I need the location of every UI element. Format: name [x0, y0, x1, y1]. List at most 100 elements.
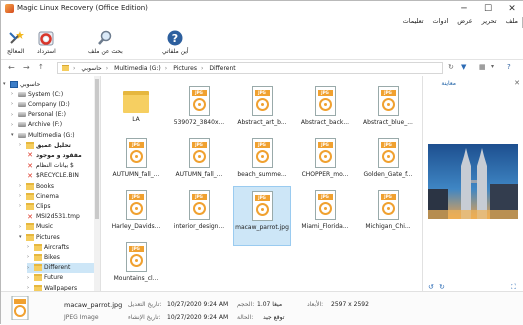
file-tile[interactable]: JPG Michigan_Chi... [359, 186, 417, 240]
tree-expand-icon[interactable]: › [27, 244, 32, 250]
file-tile[interactable]: JPG macaw_parrot.jpg [233, 186, 291, 246]
file-tile[interactable]: JPG beach_summe... [233, 134, 291, 188]
close-button[interactable]: ✕ [500, 1, 523, 17]
menu-edit[interactable]: تحرير [482, 17, 497, 28]
breadcrumb-drive[interactable]: Multimedia (G:) [114, 65, 161, 72]
file-tile[interactable]: JPG Harley_Davids... [107, 186, 165, 240]
tree-collapse-icon[interactable]: ▾ [11, 132, 16, 138]
file-tile[interactable]: JPG Abstract_blue_... [359, 82, 417, 136]
tree-item[interactable]: › Personal (E:) [11, 110, 95, 120]
tree-expand-icon[interactable]: › [19, 224, 24, 230]
tree-item[interactable]: › Music [19, 222, 95, 232]
menu-help[interactable]: تعليمات [403, 17, 424, 28]
path-field[interactable]: › حاسوبي › Multimedia (G:) › Pictures › … [57, 62, 443, 74]
tree-item-label: Future [44, 274, 64, 282]
file-tile[interactable]: JPG CHOPPER_mo... [296, 134, 354, 188]
menu-bar: ملف تحرير عرض ادوات تعليمات [0, 17, 522, 28]
preview-close-icon[interactable]: ✕ [514, 79, 520, 87]
path-separator: › [105, 64, 109, 72]
maximize-button[interactable]: ☐ [476, 1, 500, 17]
file-tile[interactable]: LA [107, 82, 165, 136]
breadcrumb-different[interactable]: Different [209, 65, 235, 72]
file-tile[interactable]: JPG Miami_Florida... [296, 186, 354, 240]
wizard-button[interactable]: المعالج [7, 29, 24, 55]
where-files-button[interactable]: ? أين ملفاتي [162, 29, 189, 55]
tree-scrollbar[interactable] [94, 76, 100, 291]
tree-scroll-thumb[interactable] [95, 79, 99, 219]
menu-view[interactable]: عرض [457, 17, 472, 28]
tree-item[interactable]: › Bikes [27, 252, 95, 262]
tree-item[interactable]: › Company (D:) [11, 99, 95, 109]
tree-expand-icon[interactable]: › [19, 142, 24, 148]
tree-item[interactable]: ▾ حاسوبي [3, 79, 95, 89]
file-tile[interactable]: JPG AUTUMN_fall_... [170, 134, 228, 188]
tree-item-label: Multimedia (G:) [28, 131, 75, 139]
tree-expand-icon[interactable]: › [19, 203, 24, 209]
tree-item-label: Cinema [36, 192, 59, 200]
tree-expand-icon[interactable]: › [19, 193, 24, 199]
tree-item[interactable]: ✕ بيانات النظام $ [19, 161, 95, 171]
file-name: Abstract_blue_... [363, 119, 413, 126]
tree-item[interactable]: › Wallpapers [27, 283, 95, 291]
tree-item[interactable]: › Cinema [19, 191, 95, 201]
deleted-icon: ✕ [27, 171, 33, 180]
up-arrow-icon[interactable]: ↑ [38, 63, 44, 71]
tree-item[interactable]: › Future [27, 273, 95, 283]
menu-tools[interactable]: ادوات [433, 17, 449, 28]
view-chevron-icon[interactable]: ▾ [491, 63, 494, 70]
rotate-left-icon[interactable]: ↺ [428, 283, 434, 291]
file-tile[interactable]: JPG AUTUMN_fall_... [107, 134, 165, 188]
refresh-icon[interactable]: ↻ [448, 63, 454, 71]
jpg-file-icon: JPG [250, 191, 275, 221]
tree-expand-icon[interactable]: › [11, 122, 16, 128]
file-name: 539072_3840x... [173, 119, 225, 126]
file-tile[interactable]: JPG interior_design... [170, 186, 228, 240]
tree-collapse-icon[interactable]: ▾ [19, 234, 24, 240]
tree-item[interactable]: › تحليل عميق [19, 140, 95, 150]
drive-icon [18, 101, 26, 107]
file-tile[interactable]: JPG 539072_3840x... [170, 82, 228, 136]
tree-item[interactable]: ✕ $RECYCLE.BIN [19, 171, 95, 181]
preview-image [428, 144, 518, 219]
file-tile[interactable]: JPG Mountains_cl... [107, 238, 165, 292]
help-icon[interactable]: ? [507, 63, 511, 71]
tree-item[interactable]: › Clips [19, 201, 95, 211]
tree-expand-icon[interactable]: › [27, 254, 32, 260]
file-tile[interactable]: JPG Golden_Gate_f... [359, 134, 417, 188]
tree-expand-icon[interactable]: › [27, 265, 32, 271]
tree-item[interactable]: ✕ مفقود و موجود [19, 150, 95, 160]
tree-item[interactable]: › Books [19, 181, 95, 191]
forward-arrow-icon[interactable]: → [23, 63, 30, 72]
recover-button[interactable]: استرداد [37, 29, 56, 55]
search-file-button[interactable]: بحث عن ملف [88, 29, 123, 55]
tree-expand-icon[interactable]: › [11, 112, 16, 118]
jpg-file-icon: JPG [124, 190, 149, 220]
view-mode-icon[interactable]: ▦ [479, 63, 486, 71]
tree-expand-icon[interactable]: › [19, 183, 24, 189]
file-tile[interactable]: JPG Abstract_art_b... [233, 82, 291, 136]
tree-item-label: Bikes [44, 253, 60, 261]
tree-item[interactable]: › Archive (F:) [11, 120, 95, 130]
tree-expand-icon[interactable]: › [11, 91, 16, 97]
wand-icon [8, 29, 24, 46]
tree-collapse-icon[interactable]: ▾ [3, 81, 8, 87]
tree-item[interactable]: ▾ Pictures [19, 232, 95, 242]
tree-item[interactable]: › Different [27, 262, 95, 273]
tree-item[interactable]: ▾ Multimedia (G:) [11, 130, 95, 140]
breadcrumb-pictures[interactable]: Pictures [173, 65, 197, 72]
back-arrow-icon[interactable]: ← [8, 63, 15, 72]
breadcrumb-computer[interactable]: حاسوبي [81, 65, 101, 72]
tree-expand-icon[interactable]: › [27, 275, 32, 281]
menu-file[interactable]: ملف [506, 17, 518, 28]
address-bar: ← → ↑ › حاسوبي › Multimedia (G:) › Pictu… [1, 60, 523, 76]
rotate-right-icon[interactable]: ↻ [439, 283, 445, 291]
status-dims-value: 2597 x 2592 [331, 301, 369, 308]
tree-expand-icon[interactable]: › [11, 101, 16, 107]
minimize-button[interactable]: ─ [452, 1, 476, 17]
tree-item[interactable]: › System (C:) [11, 89, 95, 99]
file-tile[interactable]: JPG Abstract_back... [296, 82, 354, 136]
filter-icon[interactable]: ▼ [461, 63, 466, 71]
jpg-file-icon: JPG [187, 190, 212, 220]
tree-item[interactable]: › Aircrafts [27, 242, 95, 252]
tree-item[interactable]: ✕ MSI2d531.tmp [19, 212, 95, 222]
